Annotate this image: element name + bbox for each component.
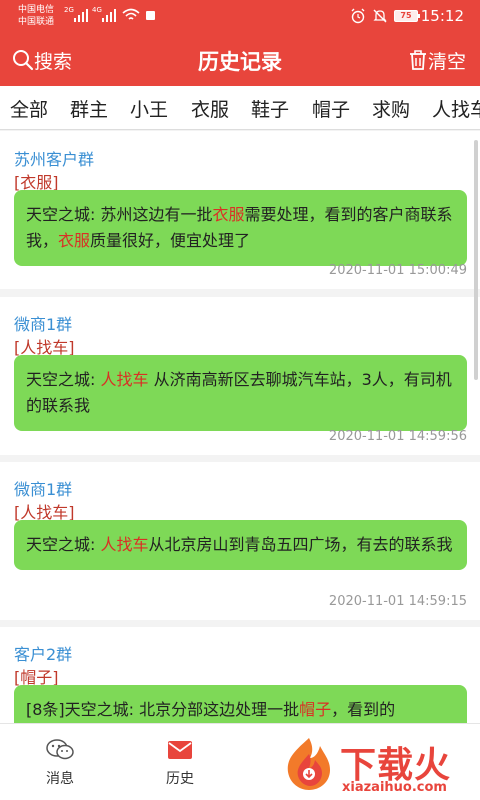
message-text: [8条]天空之城: 北京分部这边处理一批 xyxy=(26,700,300,719)
tab-xiaowang[interactable]: 小王 xyxy=(130,95,168,122)
chat-icon xyxy=(46,739,74,760)
nav-messages[interactable]: 消息 xyxy=(28,732,92,788)
keyword-highlight: 帽子 xyxy=(299,700,332,719)
carrier-info: 中国电信 中国联通 xyxy=(18,4,54,28)
tab-group-owner[interactable]: 群主 xyxy=(70,95,108,122)
tab-shoes[interactable]: 鞋子 xyxy=(251,95,289,122)
message-bubble[interactable]: 天空之城: 苏州这边有一批衣服需要处理，看到的客户商联系我，衣服质量很好，便宜处… xyxy=(14,190,467,266)
message-text: 天空之城: xyxy=(26,370,101,389)
list-item[interactable]: 客户2群 [帽子] [8条]天空之城: 北京分部这边处理一批帽子，看到的 xyxy=(0,627,480,723)
nav-history-label: 历史 xyxy=(166,771,194,787)
tab-ride-seeker[interactable]: 人找车 xyxy=(432,95,480,122)
clock: 15:12 xyxy=(420,7,464,25)
search-icon xyxy=(13,50,34,71)
scrollbar[interactable] xyxy=(474,140,478,380)
tab-hats[interactable]: 帽子 xyxy=(312,95,350,122)
message-text: ，看到的 xyxy=(331,700,396,719)
status-bar: 中国电信 中国联通 2G 4G 75 15:12 xyxy=(0,0,480,34)
watermark-url: xiazaihuo.com xyxy=(342,780,447,795)
alarm-icon xyxy=(351,8,365,24)
message-bubble[interactable]: 天空之城: 人找车从北京房山到青岛五四广场，有去的联系我 xyxy=(14,520,467,570)
clear-label: 清空 xyxy=(427,50,466,73)
list-item[interactable]: 微商1群 [人找车] 天空之城: 人找车 从济南高新区去聊城汽车站，3人，有司机… xyxy=(0,297,480,455)
mute-icon xyxy=(373,9,387,23)
message-bubble[interactable]: [8条]天空之城: 北京分部这边处理一批帽子，看到的 xyxy=(14,685,467,723)
keyword-highlight: 衣服 xyxy=(212,205,245,224)
mail-icon xyxy=(168,741,192,759)
timestamp: 2020-11-01 14:59:15 xyxy=(328,594,467,609)
keyword-highlight: 人找车 xyxy=(100,370,149,389)
carrier-1: 中国电信 xyxy=(18,5,55,15)
notification-icon xyxy=(146,11,155,20)
signal-icon-2 xyxy=(100,8,120,22)
list-item[interactable]: 苏州客户群 [衣服] 天空之城: 苏州这边有一批衣服需要处理，看到的客户商联系我… xyxy=(0,131,480,289)
keyword-highlight: 人找车 xyxy=(100,535,149,554)
timestamp: 2020-11-01 15:00:49 xyxy=(328,263,467,278)
battery-icon: 75 xyxy=(394,10,420,22)
category-tabs: 全部 群主 小王 衣服 鞋子 帽子 求购 人找车 xyxy=(0,86,480,130)
nav-history[interactable]: 历史 xyxy=(148,732,212,788)
message-text: 质量很好，便宜处理了 xyxy=(90,231,251,250)
group-name: 微商1群 xyxy=(14,315,73,334)
carrier-2: 中国联通 xyxy=(18,17,55,27)
message-bubble[interactable]: 天空之城: 人找车 从济南高新区去聊城汽车站，3人，有司机的联系我 xyxy=(14,355,467,431)
wifi-icon xyxy=(122,8,140,20)
clear-button[interactable]: 清空 xyxy=(408,46,466,74)
history-list: 苏州客户群 [衣服] 天空之城: 苏州这边有一批衣服需要处理，看到的客户商联系我… xyxy=(0,131,480,723)
tab-buying[interactable]: 求购 xyxy=(372,95,410,122)
group-name: 苏州客户群 xyxy=(14,150,95,169)
timestamp: 2020-11-01 14:59:56 xyxy=(328,429,467,444)
search-button[interactable]: 搜索 xyxy=(12,46,72,74)
watermark: 下载火 xiazaihuo.com xyxy=(282,736,480,800)
keyword-highlight: 衣服 xyxy=(58,231,91,250)
trash-icon xyxy=(409,50,426,70)
group-name: 客户2群 xyxy=(14,645,73,664)
flame-logo-icon xyxy=(287,738,330,790)
nav-messages-label: 消息 xyxy=(46,771,74,787)
tab-all[interactable]: 全部 xyxy=(10,95,48,122)
group-name: 微商1群 xyxy=(14,480,73,499)
signal-icon xyxy=(72,8,92,22)
app-header: 搜索 历史记录 清空 xyxy=(0,34,480,86)
message-text: 从北京房山到青岛五四广场，有去的联系我 xyxy=(148,535,453,554)
list-item[interactable]: 微商1群 [人找车] 天空之城: 人找车从北京房山到青岛五四广场，有去的联系我 … xyxy=(0,462,480,620)
search-label: 搜索 xyxy=(34,50,73,73)
message-text: 天空之城: xyxy=(26,535,101,554)
message-text: 天空之城: 苏州这边有一批 xyxy=(26,205,213,224)
tab-clothes[interactable]: 衣服 xyxy=(191,95,229,122)
